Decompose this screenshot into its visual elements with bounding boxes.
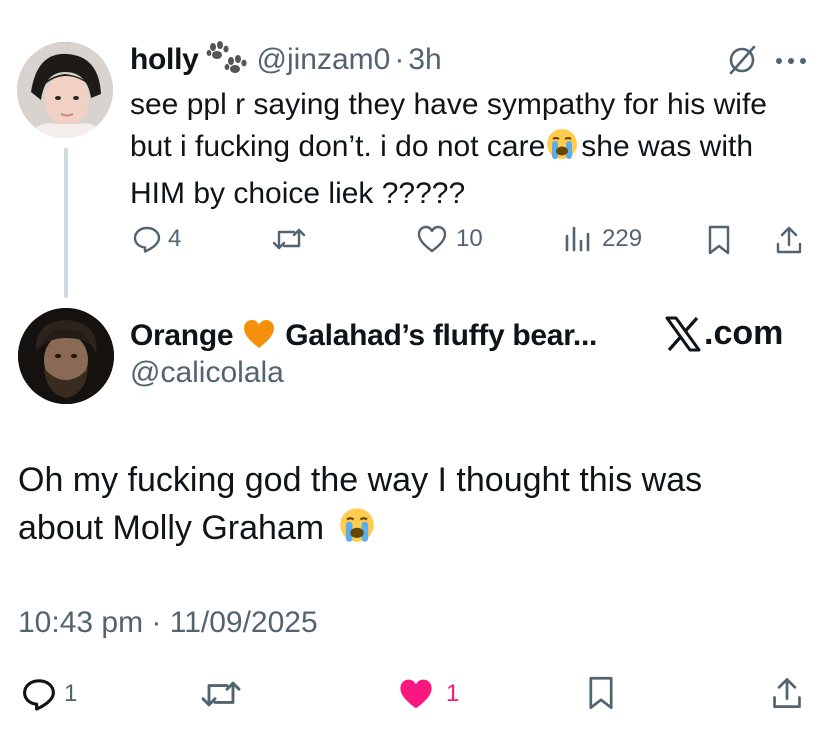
heart-filled-icon xyxy=(400,679,432,709)
quoted-time[interactable]: 3h xyxy=(408,43,441,77)
reply-repost-button[interactable] xyxy=(200,676,242,712)
reply-like-button[interactable]: 1 xyxy=(396,676,459,712)
avatar-photo xyxy=(17,42,113,138)
quoted-reply-count: 4 xyxy=(168,225,182,252)
reply-like-count: 1 xyxy=(446,680,460,707)
quoted-share-button[interactable] xyxy=(774,224,804,261)
more-options-icon[interactable] xyxy=(774,54,808,72)
reply-display-name-a[interactable]: Orange xyxy=(130,319,234,353)
reply-share-button[interactable] xyxy=(770,674,804,717)
loudly-crying-face-icon xyxy=(545,127,579,173)
quoted-text-line-2b: she was with xyxy=(581,130,754,163)
quoted-repost-button[interactable] xyxy=(272,224,306,254)
quoted-text-line-2: but i fucking don’t. i do not care she w… xyxy=(130,126,820,173)
reply-text-line-2: about Molly Graham xyxy=(18,504,818,557)
reply-handle[interactable]: @calicolala xyxy=(130,356,284,390)
avatar-photo xyxy=(18,308,114,404)
share-icon xyxy=(776,226,802,254)
quoted-text-line-1: see ppl r saying they have sympathy for … xyxy=(130,88,767,121)
x-logo-icon xyxy=(665,316,701,351)
reply-tweet-header: Orange Galahad’s fluffy bear... xyxy=(130,316,597,356)
reply-reply-button[interactable]: 1 xyxy=(20,676,77,712)
x-watermark-text: .com xyxy=(704,314,784,352)
quoted-reply-button[interactable]: 4 xyxy=(132,224,181,254)
reply-timestamp[interactable]: 10:43 pm · 11/09/2025 xyxy=(18,606,318,640)
loudly-crying-face-icon xyxy=(338,506,376,557)
x-watermark: .com xyxy=(664,314,783,353)
quoted-separator: · xyxy=(394,43,405,76)
quoted-display-name[interactable]: holly xyxy=(130,43,199,77)
share-icon xyxy=(773,678,801,708)
orange-heart-icon xyxy=(241,317,277,356)
thread-line xyxy=(64,148,68,298)
reply-bookmark-button[interactable] xyxy=(584,674,618,717)
quoted-views-button[interactable]: 229 xyxy=(562,224,642,254)
quoted-bookmark-button[interactable] xyxy=(704,224,734,261)
quoted-text-line-2a: but i fucking don’t. i do not care xyxy=(130,130,546,163)
paw-prints-icon xyxy=(205,40,247,80)
repost-icon xyxy=(201,681,241,707)
avatar-holly[interactable] xyxy=(17,42,113,138)
quoted-tweet-text: see ppl r saying they have sympathy for … xyxy=(130,84,820,215)
repost-icon xyxy=(272,228,306,250)
bookmark-icon xyxy=(708,225,730,255)
quoted-handle[interactable]: @jinzam0 xyxy=(257,43,391,77)
reply-icon xyxy=(23,679,55,711)
quoted-view-count: 229 xyxy=(602,225,643,252)
quoted-text-line-3: HIM by choice liek ????? xyxy=(130,177,466,210)
reply-icon xyxy=(133,226,161,253)
heart-outline-icon xyxy=(417,225,447,253)
quoted-like-count: 10 xyxy=(456,225,483,252)
grok-icon[interactable] xyxy=(726,44,758,81)
reply-text-line-2-text: about Molly Graham xyxy=(18,509,325,547)
reply-reply-count: 1 xyxy=(64,680,78,707)
reply-display-name-b[interactable]: Galahad’s fluffy bear... xyxy=(285,319,597,353)
reply-tweet-text: Oh my fucking god the way I thought this… xyxy=(18,456,818,557)
reply-text-line-1: Oh my fucking god the way I thought this… xyxy=(18,461,703,499)
avatar-orange[interactable] xyxy=(18,308,114,404)
views-icon xyxy=(565,226,590,252)
bookmark-icon xyxy=(589,676,613,710)
quoted-like-button[interactable]: 10 xyxy=(416,224,483,254)
quoted-tweet-header: holly @jinzam0 · 3h xyxy=(130,40,442,80)
